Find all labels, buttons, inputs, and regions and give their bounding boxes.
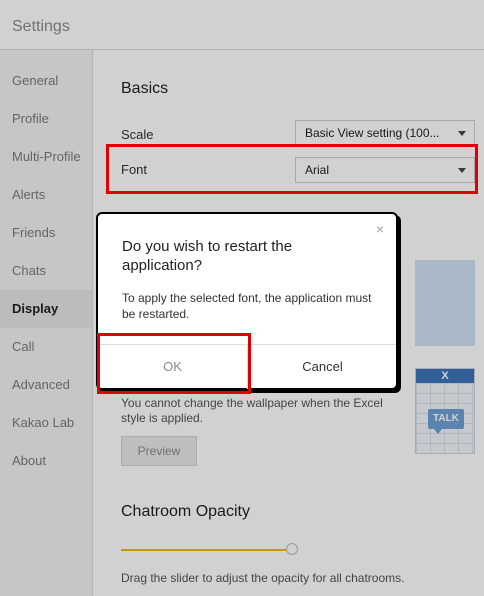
close-icon[interactable]: × [376, 222, 384, 236]
settings-window: Settings General Profile Multi-Profile A… [0, 0, 484, 596]
ok-button-highlight [97, 333, 251, 394]
cancel-button[interactable]: Cancel [248, 345, 397, 389]
dialog-heading: Do you wish to restart the application? [122, 238, 293, 274]
font-row-highlight [106, 144, 478, 194]
dialog-message: To apply the selected font, the applicat… [122, 291, 372, 321]
